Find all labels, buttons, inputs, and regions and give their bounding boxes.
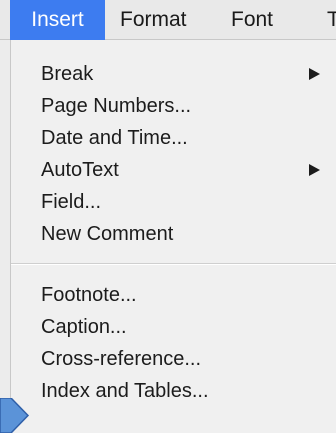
menu-insert[interactable]: Insert xyxy=(10,0,105,40)
menu-item-label: Field... xyxy=(41,191,102,213)
menu-item-label: Date and Time... xyxy=(41,127,188,149)
menu-item-cross-reference[interactable]: Cross-reference... xyxy=(41,344,336,374)
menu-item-new-comment[interactable]: New Comment xyxy=(41,219,336,249)
menu-item-label: Index and Tables... xyxy=(41,380,209,402)
submenu-arrow-icon xyxy=(309,164,320,176)
menu-item-index-and-tables[interactable]: Index and Tables... xyxy=(41,376,336,406)
menu-item-label: Cross-reference... xyxy=(41,348,202,370)
menu-item-label: Footnote... xyxy=(41,284,137,306)
menu-item-label: AutoText xyxy=(41,159,119,181)
menu-item-label: Caption... xyxy=(41,316,127,338)
menu-item-label: Page Numbers... xyxy=(41,95,192,117)
menu-item-page-numbers[interactable]: Page Numbers... xyxy=(41,91,336,121)
menu-bar: Insert Format Font T xyxy=(0,0,336,40)
menu-item-caption[interactable]: Caption... xyxy=(41,312,336,342)
insert-dropdown-menu: Break Page Numbers... Date and Time... A… xyxy=(10,40,336,433)
menu-item-date-and-time[interactable]: Date and Time... xyxy=(41,123,336,153)
screenshot-frame: Insert Format Font T Break Page Numbers.… xyxy=(0,0,336,433)
menu-item-autotext[interactable]: AutoText xyxy=(41,155,336,185)
callout-arrow-icon xyxy=(0,398,30,433)
menu-item-footnote[interactable]: Footnote... xyxy=(41,280,336,310)
menu-tools-partial[interactable]: T xyxy=(327,0,336,40)
menu-font[interactable]: Font xyxy=(231,0,273,40)
menu-item-field[interactable]: Field... xyxy=(41,187,336,217)
menu-item-break[interactable]: Break xyxy=(41,59,336,89)
menu-separator xyxy=(11,263,336,265)
menu-item-label: Break xyxy=(41,63,94,85)
menu-format[interactable]: Format xyxy=(120,0,187,40)
submenu-arrow-icon xyxy=(309,68,320,80)
menu-item-label: New Comment xyxy=(41,223,174,245)
